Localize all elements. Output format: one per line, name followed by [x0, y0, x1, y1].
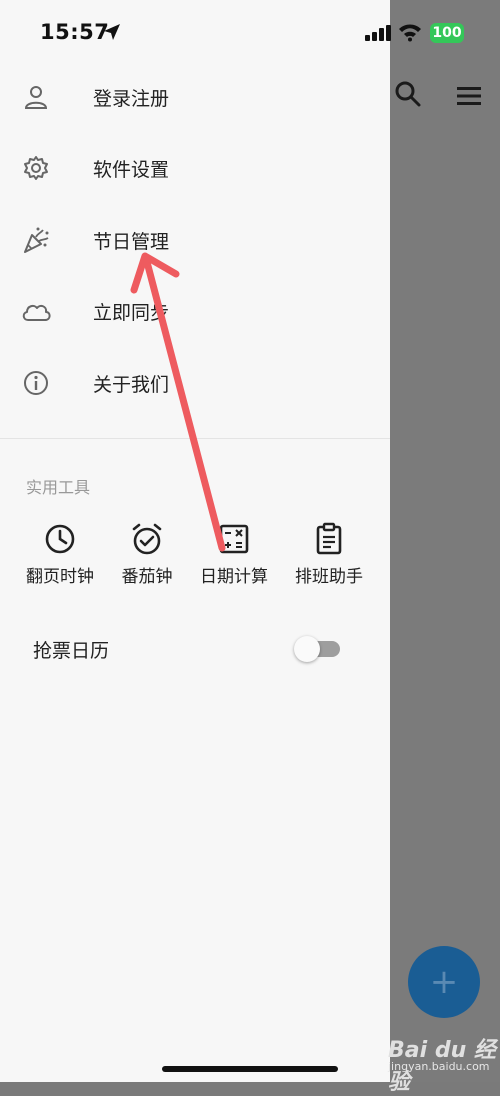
menu-item-label: 关于我们 [93, 373, 170, 396]
tool-label: 番茄钟 [121, 567, 173, 587]
ticket-calendar-row: 抢票日历 [0, 624, 390, 674]
navigation-drawer: 登录注册 软件设置 节日管理 立即同步 关于我们 实用工具 翻页时钟 番茄钟 日… [0, 0, 390, 1082]
plus-icon: + [429, 962, 459, 1002]
add-fab-button[interactable]: + [408, 946, 480, 1018]
menu-item-label: 节日管理 [93, 230, 170, 253]
calculator-icon [219, 524, 249, 554]
alarm-clock-icon [132, 523, 162, 555]
tool-date-calculator[interactable]: 日期计算 [188, 522, 280, 588]
tool-label: 翻页时钟 [26, 567, 94, 587]
status-time: 15:57 [40, 20, 110, 44]
gear-icon [20, 152, 52, 184]
clock-icon [45, 524, 75, 554]
watermark-site: jingyan.baidu.com [388, 1060, 490, 1073]
toggle-thumb [294, 636, 320, 662]
tool-label: 排班助手 [295, 567, 363, 587]
home-indicator[interactable] [162, 1066, 338, 1072]
info-icon [20, 367, 52, 399]
tools-section-title: 实用工具 [26, 478, 91, 497]
drawer-divider [0, 438, 390, 439]
menu-item-settings[interactable]: 软件设置 [0, 138, 390, 198]
user-icon [20, 81, 52, 113]
menu-item-sync[interactable]: 立即同步 [0, 281, 390, 341]
wifi-icon [399, 24, 421, 42]
menu-item-login[interactable]: 登录注册 [0, 67, 390, 127]
hamburger-menu-icon [457, 87, 481, 105]
tool-flip-clock[interactable]: 翻页时钟 [14, 522, 106, 588]
ticket-calendar-label: 抢票日历 [33, 640, 110, 662]
status-bar: 15:57 100 [0, 0, 500, 62]
menu-item-label: 软件设置 [93, 158, 170, 181]
menu-item-holidays[interactable]: 节日管理 [0, 210, 390, 270]
tool-shift-assistant[interactable]: 排班助手 [283, 522, 375, 588]
baidu-watermark: Bai du 经验 jingyan.baidu.com [380, 1028, 498, 1095]
battery-indicator: 100 [430, 23, 464, 43]
menu-item-label: 立即同步 [93, 301, 170, 324]
menu-item-label: 登录注册 [93, 87, 170, 110]
menu-item-about[interactable]: 关于我们 [0, 353, 390, 413]
cellular-signal-icon [365, 25, 391, 41]
tool-pomodoro[interactable]: 番茄钟 [101, 522, 193, 588]
clipboard-icon [316, 522, 342, 555]
tool-label: 日期计算 [200, 567, 268, 587]
ticket-calendar-toggle[interactable] [294, 636, 340, 662]
location-arrow-icon [104, 24, 120, 40]
cloud-icon [20, 295, 52, 327]
search-icon [395, 81, 421, 107]
party-popper-icon [20, 224, 52, 256]
